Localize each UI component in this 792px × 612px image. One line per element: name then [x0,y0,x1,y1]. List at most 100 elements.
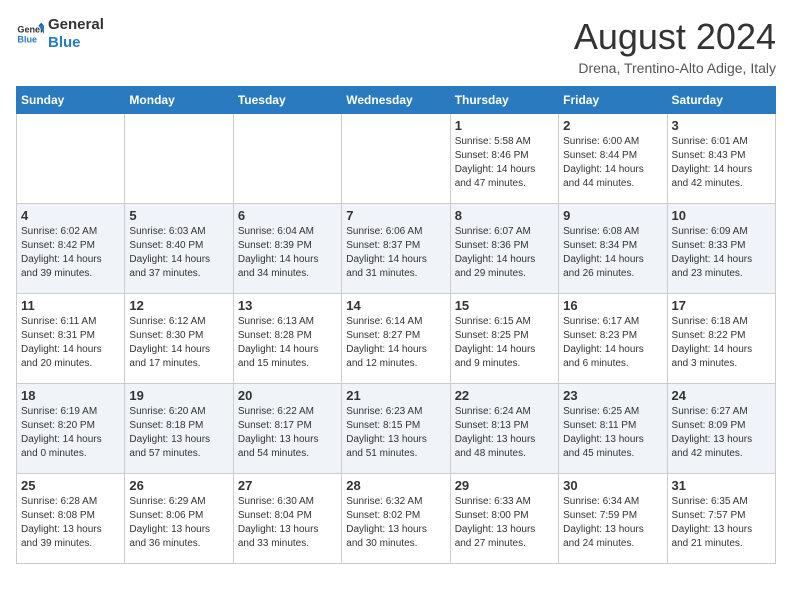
title-section: August 2024 Drena, Trentino-Alto Adige, … [574,16,776,76]
day-info: Sunrise: 6:33 AM Sunset: 8:00 PM Dayligh… [455,495,554,551]
day-info: Sunrise: 6:25 AM Sunset: 8:11 PM Dayligh… [563,405,662,461]
calendar-cell: 31 Sunrise: 6:35 AM Sunset: 7:57 PM Dayli… [667,474,775,564]
day-number: 19 [129,388,228,403]
day-number: 24 [672,388,771,403]
day-info: Sunrise: 6:18 AM Sunset: 8:22 PM Dayligh… [672,315,771,371]
day-info: Sunrise: 6:12 AM Sunset: 8:30 PM Dayligh… [129,315,228,371]
calendar-week-2: 4 Sunrise: 6:02 AM Sunset: 8:42 PM Daylig… [17,204,776,294]
day-info: Sunrise: 6:29 AM Sunset: 8:06 PM Dayligh… [129,495,228,551]
day-number: 4 [21,208,120,223]
logo-general: General [48,16,104,34]
column-header-sunday: Sunday [17,87,125,114]
day-number: 30 [563,478,662,493]
day-number: 2 [563,118,662,133]
calendar-cell: 20 Sunrise: 6:22 AM Sunset: 8:17 PM Dayli… [233,384,341,474]
day-info: Sunrise: 6:00 AM Sunset: 8:44 PM Dayligh… [563,135,662,191]
day-info: Sunrise: 6:17 AM Sunset: 8:23 PM Dayligh… [563,315,662,371]
calendar-cell: 23 Sunrise: 6:25 AM Sunset: 8:11 PM Dayli… [559,384,667,474]
day-number: 25 [21,478,120,493]
calendar-cell: 7Sunrise: 6:06 AM Sunset: 8:37 PM Daylig… [342,204,450,294]
calendar-cell: 5 Sunrise: 6:03 AM Sunset: 8:40 PM Daylig… [125,204,233,294]
calendar-cell: 9Sunrise: 6:08 AM Sunset: 8:34 PM Daylig… [559,204,667,294]
day-number: 20 [238,388,337,403]
day-info: Sunrise: 6:32 AM Sunset: 8:02 PM Dayligh… [346,495,445,551]
day-number: 3 [672,118,771,133]
day-number: 5 [129,208,228,223]
column-header-friday: Friday [559,87,667,114]
day-number: 18 [21,388,120,403]
day-info: Sunrise: 6:28 AM Sunset: 8:08 PM Dayligh… [21,495,120,551]
calendar-cell: 17 Sunrise: 6:18 AM Sunset: 8:22 PM Dayli… [667,294,775,384]
logo: General Blue General Blue [16,16,104,52]
day-info: Sunrise: 6:30 AM Sunset: 8:04 PM Dayligh… [238,495,337,551]
calendar-cell: 12 Sunrise: 6:12 AM Sunset: 8:30 PM Dayli… [125,294,233,384]
day-number: 15 [455,298,554,313]
day-number: 13 [238,298,337,313]
day-number: 17 [672,298,771,313]
day-info: Sunrise: 6:27 AM Sunset: 8:09 PM Dayligh… [672,405,771,461]
calendar-week-5: 25 Sunrise: 6:28 AM Sunset: 8:08 PM Dayli… [17,474,776,564]
day-info: Sunrise: 6:03 AM Sunset: 8:40 PM Dayligh… [129,225,228,281]
calendar-cell: 14 Sunrise: 6:14 AM Sunset: 8:27 PM Dayli… [342,294,450,384]
day-info: Sunrise: 6:24 AM Sunset: 8:13 PM Dayligh… [455,405,554,461]
day-info: Sunrise: 6:07 AM Sunset: 8:36 PM Dayligh… [455,225,554,281]
calendar-cell: 2 Sunrise: 6:00 AM Sunset: 8:44 PM Daylig… [559,114,667,204]
logo-icon: General Blue [16,20,44,48]
calendar-cell: 16 Sunrise: 6:17 AM Sunset: 8:23 PM Dayli… [559,294,667,384]
month-title: August 2024 [574,16,776,58]
calendar-cell: 1Sunrise: 5:58 AM Sunset: 8:46 PM Daylig… [450,114,558,204]
calendar-cell: 15 Sunrise: 6:15 AM Sunset: 8:25 PM Dayli… [450,294,558,384]
day-number: 14 [346,298,445,313]
calendar-cell: 4 Sunrise: 6:02 AM Sunset: 8:42 PM Daylig… [17,204,125,294]
day-number: 23 [563,388,662,403]
day-info: Sunrise: 6:14 AM Sunset: 8:27 PM Dayligh… [346,315,445,371]
calendar-table: SundayMondayTuesdayWednesdayThursdayFrid… [16,86,776,564]
calendar-cell: 28 Sunrise: 6:32 AM Sunset: 8:02 PM Dayli… [342,474,450,564]
day-info: Sunrise: 6:19 AM Sunset: 8:20 PM Dayligh… [21,405,120,461]
day-info: Sunrise: 6:01 AM Sunset: 8:43 PM Dayligh… [672,135,771,191]
calendar-cell: 27 Sunrise: 6:30 AM Sunset: 8:04 PM Dayli… [233,474,341,564]
calendar-cell [17,114,125,204]
day-info: Sunrise: 6:08 AM Sunset: 8:34 PM Dayligh… [563,225,662,281]
day-number: 31 [672,478,771,493]
day-number: 10 [672,208,771,223]
calendar-cell: 18 Sunrise: 6:19 AM Sunset: 8:20 PM Dayli… [17,384,125,474]
day-number: 22 [455,388,554,403]
day-info: Sunrise: 6:04 AM Sunset: 8:39 PM Dayligh… [238,225,337,281]
day-info: Sunrise: 6:02 AM Sunset: 8:42 PM Dayligh… [21,225,120,281]
calendar-cell: 19 Sunrise: 6:20 AM Sunset: 8:18 PM Dayli… [125,384,233,474]
column-header-monday: Monday [125,87,233,114]
day-number: 29 [455,478,554,493]
calendar-container: General Blue General Blue August 2024 Dr… [0,0,792,576]
calendar-cell: 22 Sunrise: 6:24 AM Sunset: 8:13 PM Dayli… [450,384,558,474]
day-info: Sunrise: 6:22 AM Sunset: 8:17 PM Dayligh… [238,405,337,461]
day-info: Sunrise: 6:15 AM Sunset: 8:25 PM Dayligh… [455,315,554,371]
calendar-header-row: SundayMondayTuesdayWednesdayThursdayFrid… [17,87,776,114]
calendar-cell: 6Sunrise: 6:04 AM Sunset: 8:39 PM Daylig… [233,204,341,294]
calendar-cell: 24 Sunrise: 6:27 AM Sunset: 8:09 PM Dayli… [667,384,775,474]
header: General Blue General Blue August 2024 Dr… [16,16,776,76]
location-subtitle: Drena, Trentino-Alto Adige, Italy [574,60,776,76]
calendar-cell [233,114,341,204]
day-number: 12 [129,298,228,313]
calendar-cell: 29 Sunrise: 6:33 AM Sunset: 8:00 PM Dayli… [450,474,558,564]
logo-blue: Blue [48,34,104,52]
calendar-week-4: 18 Sunrise: 6:19 AM Sunset: 8:20 PM Dayli… [17,384,776,474]
column-header-saturday: Saturday [667,87,775,114]
calendar-cell: 3 Sunrise: 6:01 AM Sunset: 8:43 PM Daylig… [667,114,775,204]
day-info: Sunrise: 6:06 AM Sunset: 8:37 PM Dayligh… [346,225,445,281]
svg-text:Blue: Blue [17,34,37,44]
column-header-thursday: Thursday [450,87,558,114]
calendar-cell [125,114,233,204]
day-number: 27 [238,478,337,493]
day-number: 26 [129,478,228,493]
day-number: 1 [455,118,554,133]
day-info: Sunrise: 6:20 AM Sunset: 8:18 PM Dayligh… [129,405,228,461]
column-header-wednesday: Wednesday [342,87,450,114]
day-info: Sunrise: 6:35 AM Sunset: 7:57 PM Dayligh… [672,495,771,551]
day-info: Sunrise: 6:09 AM Sunset: 8:33 PM Dayligh… [672,225,771,281]
day-number: 16 [563,298,662,313]
calendar-cell: 8Sunrise: 6:07 AM Sunset: 8:36 PM Daylig… [450,204,558,294]
calendar-cell: 13Sunrise: 6:13 AM Sunset: 8:28 PM Dayli… [233,294,341,384]
day-number: 28 [346,478,445,493]
